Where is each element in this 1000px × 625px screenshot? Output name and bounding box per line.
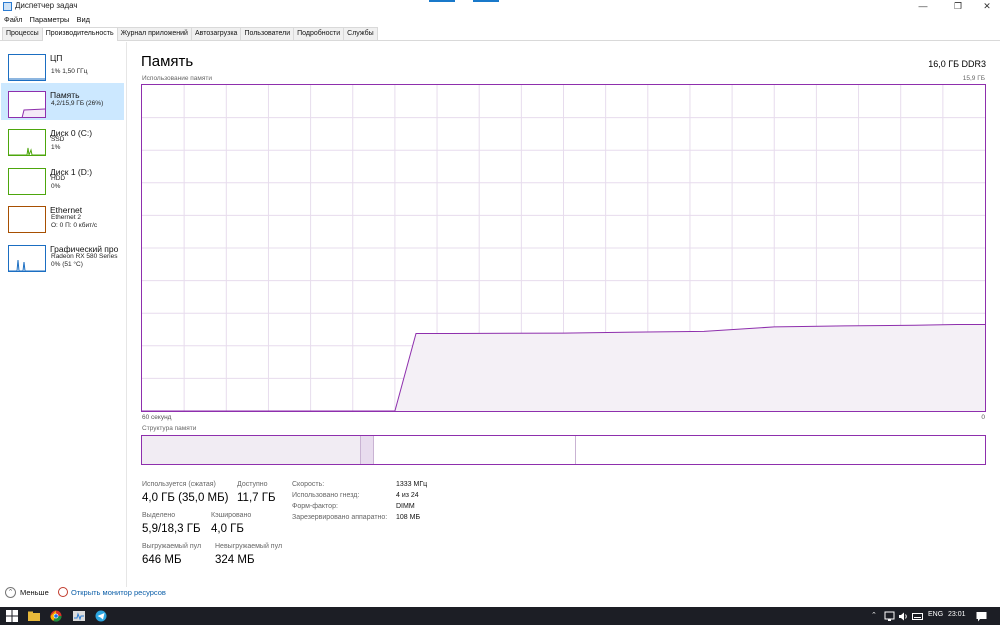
chevron-up-icon[interactable]: ⌃ (5, 587, 16, 598)
maximize-button[interactable]: ❐ (945, 0, 971, 14)
menu-file[interactable]: Файл (0, 14, 25, 26)
graph-axis-left: 60 секунд (142, 414, 172, 421)
tab-performance[interactable]: Производительность (41, 27, 118, 41)
tab-processes[interactable]: Процессы (2, 27, 43, 40)
detail-speed-label: Скорость: (292, 481, 325, 488)
memory-thumbnail (8, 91, 46, 118)
keyboard-icon[interactable] (912, 611, 923, 622)
sidebar-item-detail: SSD (51, 136, 65, 143)
menu-options[interactable]: Параметры (25, 14, 72, 26)
sidebar-item-ethernet[interactable]: Ethernet Ethernet 2 О: 0 П: 0 кбит/с (1, 198, 124, 235)
detail-form-factor-label: Форм-фактор: (292, 503, 338, 510)
tab-services[interactable]: Службы (343, 27, 378, 40)
sidebar-item-detail: О: 0 П: 0 кбит/с (51, 222, 98, 229)
tab-bar: Процессы Производительность Журнал прило… (0, 27, 1000, 41)
performance-sidebar: ЦП 1% 1,50 ГГц Память 4,2/15,9 ГБ (26%) … (0, 42, 127, 587)
sidebar-item-detail: 0% (51, 183, 61, 190)
sidebar-item-detail: 0% (51 °C) (51, 261, 83, 268)
taskbar-clock[interactable]: 23:01 (948, 611, 966, 618)
cpu-thumbnail (8, 54, 46, 81)
detail-form-factor-value: DIMM (396, 503, 415, 510)
taskbar: ⌃ ENG 23:01 (0, 607, 1000, 625)
chrome-icon[interactable] (50, 610, 62, 622)
sidebar-item-memory[interactable]: Память 4,2/15,9 ГБ (26%) (1, 83, 124, 120)
structure-standby (373, 436, 577, 464)
memory-usage-graph (141, 84, 986, 412)
decorative-accent (473, 0, 499, 2)
sidebar-item-label: Память (50, 90, 80, 100)
graph-axis-right: 0 (981, 414, 985, 421)
sidebar-item-disk1[interactable]: Диск 1 (D:) HDD 0% (1, 160, 124, 197)
language-indicator[interactable]: ENG (928, 611, 943, 618)
memory-usage-chart (142, 85, 985, 412)
speaker-icon[interactable] (898, 611, 909, 622)
file-explorer-icon[interactable] (28, 610, 40, 622)
sidebar-item-disk0[interactable]: Диск 0 (C:) SSD 1% (1, 121, 124, 158)
title-bar: Диспетчер задач — ❐ ✕ (0, 0, 1000, 14)
decorative-accent (429, 0, 455, 2)
network-icon[interactable] (884, 611, 895, 622)
sidebar-item-detail: 1% (51, 144, 61, 151)
minimize-button[interactable]: — (910, 0, 936, 14)
sidebar-item-detail: 4,2/15,9 ГБ (26%) (51, 100, 104, 107)
detail-reserved-value: 108 МБ (396, 514, 421, 521)
stat-paged-value: 646 МБ (142, 554, 182, 566)
disk1-thumbnail (8, 168, 46, 195)
tab-startup[interactable]: Автозагрузка (190, 27, 242, 40)
open-resource-monitor-link[interactable]: Открыть монитор ресурсов (71, 588, 166, 597)
stat-available-label: Доступно (237, 481, 268, 488)
sidebar-item-detail: 1% 1,50 ГГц (51, 68, 88, 75)
task-manager-icon (3, 2, 12, 11)
task-manager-taskbar-icon[interactable] (73, 610, 85, 622)
stat-nonpaged-value: 324 МБ (215, 554, 255, 566)
stat-paged-label: Выгружаемый пул (142, 543, 202, 550)
close-button[interactable]: ✕ (974, 0, 1000, 14)
tab-users[interactable]: Пользователи (240, 27, 295, 40)
window-title: Диспетчер задач (15, 1, 78, 10)
stat-in-use-label: Используется (сжатая) (142, 481, 216, 488)
structure-in-use (142, 436, 362, 464)
detail-slots-label: Использовано гнезд: (292, 492, 360, 499)
resource-monitor-icon (58, 587, 68, 597)
stat-available-value: 11,7 ГБ (237, 492, 276, 504)
usage-graph-max: 15,9 ГБ (962, 75, 985, 82)
notifications-icon[interactable] (976, 611, 987, 622)
menu-view[interactable]: Вид (72, 14, 93, 26)
detail-slots-value: 4 из 24 (396, 492, 419, 499)
sidebar-item-gpu[interactable]: Графический про Radeon RX 580 Series 0% … (1, 237, 124, 274)
tab-app-history[interactable]: Журнал приложений (116, 27, 192, 40)
sidebar-item-detail: Radeon RX 580 Series (51, 253, 118, 260)
page-title: Память (141, 53, 194, 70)
gpu-thumbnail (8, 245, 46, 272)
tray-chevron-icon[interactable]: ⌃ (871, 611, 877, 619)
structure-modified (361, 436, 374, 464)
sidebar-item-cpu[interactable]: ЦП 1% 1,50 ГГц (1, 46, 124, 83)
memory-structure-label: Структура памяти (142, 425, 197, 432)
disk0-thumbnail (8, 129, 46, 156)
stat-in-use-value: 4,0 ГБ (35,0 МБ) (142, 492, 229, 504)
stat-committed-label: Выделено (142, 512, 176, 519)
fewer-details-button[interactable]: Меньше (20, 588, 49, 597)
stat-cached-value: 4,0 ГБ (211, 523, 244, 535)
sidebar-item-detail: Ethernet 2 (51, 214, 81, 221)
stat-committed-value: 5,9/18,3 ГБ (142, 523, 201, 535)
tab-details[interactable]: Подробности (293, 27, 345, 40)
stat-cached-label: Кэшировано (211, 512, 252, 519)
windows-start-icon[interactable] (6, 610, 18, 622)
footer-bar: ⌃ Меньше Открыть монитор ресурсов (0, 585, 1000, 607)
sidebar-item-detail: HDD (51, 175, 66, 182)
detail-speed-value: 1333 МГц (396, 481, 428, 488)
memory-type: 16,0 ГБ DDR3 (928, 59, 986, 69)
sidebar-item-label: ЦП (50, 53, 63, 63)
stat-nonpaged-label: Невыгружаемый пул (215, 543, 283, 550)
memory-structure-bar (141, 435, 986, 465)
ethernet-thumbnail (8, 206, 46, 233)
menu-bar: Файл Параметры Вид (0, 14, 1000, 26)
telegram-icon[interactable] (95, 610, 107, 622)
usage-graph-label: Использование памяти (142, 75, 212, 82)
detail-reserved-label: Зарезервировано аппаратно: (292, 514, 388, 521)
